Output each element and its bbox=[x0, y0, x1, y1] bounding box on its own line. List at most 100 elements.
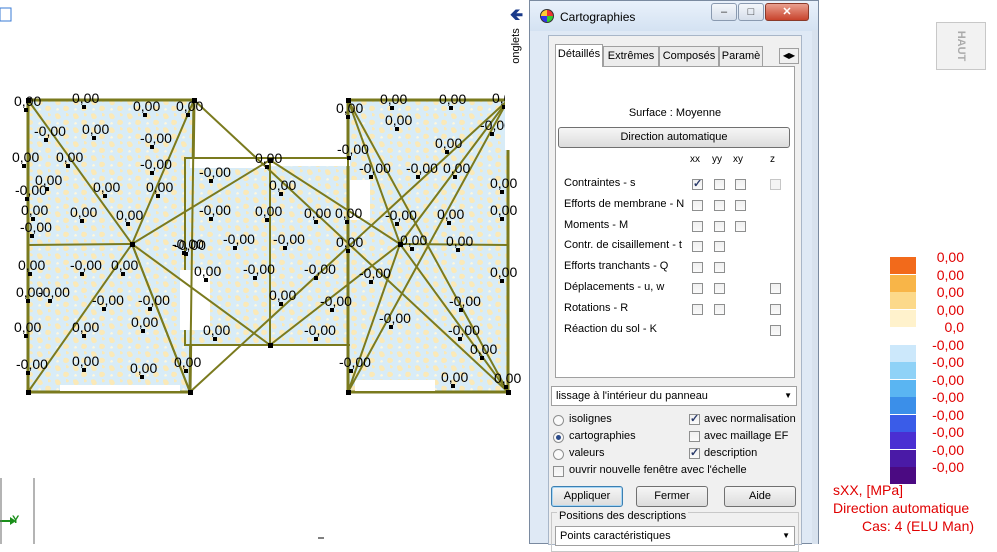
help-button[interactable]: Aide bbox=[724, 486, 796, 507]
result-point-marker bbox=[369, 280, 373, 284]
result-value-label: -0,00 bbox=[38, 284, 70, 300]
radio-valeurs-label: valeurs bbox=[569, 447, 605, 459]
result-value-label: -0,00 bbox=[359, 265, 391, 281]
radio-isolignes[interactable] bbox=[553, 415, 564, 426]
checkbox-normalisation[interactable] bbox=[689, 412, 700, 425]
result-value-label: -0,00 bbox=[92, 292, 124, 308]
component-checkbox[interactable] bbox=[692, 220, 703, 232]
map-canvas[interactable]: 0,00 0,00 0,00 0,00 -0,00 0,00 -0,00 0,00 0,00 -0… bbox=[0, 0, 997, 544]
component-checkbox[interactable] bbox=[714, 262, 725, 274]
result-value-label: 0,00 bbox=[111, 257, 138, 273]
result-value-label: 0,00 bbox=[446, 233, 473, 249]
component-checkbox[interactable] bbox=[692, 303, 703, 315]
component-row-label: Déplacements - u, w bbox=[564, 281, 665, 293]
result-point-marker bbox=[25, 197, 29, 201]
result-point-marker bbox=[150, 145, 154, 149]
result-value-label: 0,00 bbox=[174, 354, 201, 370]
minimize-button[interactable]: – bbox=[711, 3, 737, 21]
result-value-label: 0,00 bbox=[269, 177, 296, 193]
component-checkbox[interactable] bbox=[770, 283, 781, 294]
apply-button[interactable]: Appliquer bbox=[551, 486, 623, 507]
result-value-label: 0,00 bbox=[82, 121, 109, 137]
result-value-label: 0,00 bbox=[439, 91, 466, 107]
component-checkbox[interactable] bbox=[735, 199, 746, 211]
tab-extremes[interactable]: Extrêmes bbox=[603, 46, 659, 66]
legend-value: 0,00 bbox=[936, 249, 964, 265]
component-checkbox[interactable] bbox=[770, 179, 781, 190]
result-value-label: 0,00 bbox=[18, 257, 45, 273]
col-z: z bbox=[770, 154, 775, 165]
result-point-marker bbox=[24, 108, 28, 112]
component-checkbox[interactable] bbox=[770, 303, 781, 315]
component-checkbox[interactable] bbox=[714, 241, 725, 253]
result-point-marker bbox=[349, 369, 353, 373]
result-value-label: 0,00 bbox=[133, 98, 160, 114]
result-point-marker bbox=[186, 113, 190, 117]
haut-label: HAUT bbox=[955, 30, 967, 62]
component-checkbox[interactable] bbox=[735, 220, 746, 232]
result-point-marker bbox=[451, 384, 455, 388]
component-checkbox[interactable] bbox=[692, 283, 703, 294]
component-checkbox[interactable] bbox=[770, 324, 781, 336]
col-yy: yy bbox=[712, 154, 722, 165]
onglets-label: onglets bbox=[510, 28, 522, 64]
result-value-label: 0,00 bbox=[116, 207, 143, 223]
result-value-label: -0,00 bbox=[449, 293, 481, 309]
component-checkbox[interactable] bbox=[714, 220, 725, 232]
radio-valeurs[interactable] bbox=[553, 449, 564, 460]
tab-parametres[interactable]: Paramè bbox=[719, 46, 763, 66]
component-checkbox[interactable] bbox=[692, 241, 703, 253]
tab-scroll-arrows[interactable]: ◀▶ bbox=[779, 48, 799, 64]
close-window-button[interactable]: ✕ bbox=[765, 3, 809, 21]
component-row-label: Rotations - R bbox=[564, 301, 629, 314]
component-checkbox[interactable] bbox=[714, 199, 725, 211]
maximize-button[interactable]: □ bbox=[738, 3, 764, 21]
checkbox-new-window[interactable] bbox=[553, 466, 564, 477]
component-checkbox[interactable] bbox=[692, 262, 703, 274]
component-checkbox[interactable] bbox=[692, 177, 703, 190]
positions-select[interactable]: Points caractéristiques ▼ bbox=[555, 526, 795, 546]
result-value-label: -0,00 bbox=[359, 160, 391, 176]
close-button[interactable]: Fermer bbox=[636, 486, 708, 507]
component-checkbox[interactable] bbox=[714, 179, 725, 190]
result-value-label: 0,00 bbox=[385, 112, 412, 128]
component-checkbox[interactable] bbox=[714, 303, 725, 315]
result-point-marker bbox=[30, 234, 34, 238]
legend-swatch bbox=[890, 344, 916, 362]
result-value-label: 0,00 bbox=[490, 264, 517, 280]
onglets-strip[interactable]: 🡸 onglets bbox=[505, 0, 529, 150]
legend-swatch bbox=[890, 432, 916, 449]
corner-button[interactable] bbox=[0, 7, 12, 22]
result-point-marker bbox=[150, 171, 154, 175]
result-value-label: 0,00 bbox=[130, 360, 157, 376]
direction-auto-button[interactable]: Direction automatique bbox=[558, 127, 790, 148]
checkbox-description[interactable] bbox=[689, 446, 700, 459]
result-value-label: 0,00 bbox=[336, 100, 363, 116]
component-checkbox[interactable] bbox=[735, 179, 746, 190]
smoothing-select[interactable]: lissage à l'intérieur du panneau ▼ bbox=[551, 386, 797, 406]
result-value-label: 0,00 bbox=[56, 149, 83, 165]
result-point-marker bbox=[82, 334, 86, 338]
tab-composes[interactable]: Composés bbox=[659, 46, 719, 66]
result-point-marker bbox=[459, 308, 463, 312]
result-value-label: 0,00 bbox=[380, 91, 407, 107]
legend-swatch bbox=[890, 397, 916, 414]
dialog-titlebar[interactable]: Cartographies – □ ✕ bbox=[530, 1, 818, 31]
result-value-label: 0,00 bbox=[490, 202, 517, 218]
result-point-marker bbox=[449, 106, 453, 110]
result-point-marker bbox=[347, 156, 351, 160]
radio-cartographies[interactable] bbox=[553, 432, 564, 443]
chevron-down-icon: ▼ bbox=[784, 391, 792, 400]
checkbox-maillage[interactable] bbox=[689, 431, 700, 442]
component-checkbox[interactable] bbox=[714, 283, 725, 294]
component-checkbox[interactable] bbox=[692, 199, 703, 211]
result-point-marker bbox=[447, 221, 451, 225]
tab-details[interactable]: Détaillés bbox=[555, 44, 603, 67]
y-axis-label: Y bbox=[12, 514, 20, 526]
app-icon bbox=[540, 9, 554, 23]
result-value-label: -0,00 bbox=[70, 257, 102, 273]
result-point-marker bbox=[204, 278, 208, 282]
component-row-label: Efforts de membrane - N bbox=[564, 197, 685, 210]
view-top-button[interactable]: HAUT bbox=[936, 22, 986, 70]
result-value-label: 0,00 bbox=[93, 179, 120, 195]
